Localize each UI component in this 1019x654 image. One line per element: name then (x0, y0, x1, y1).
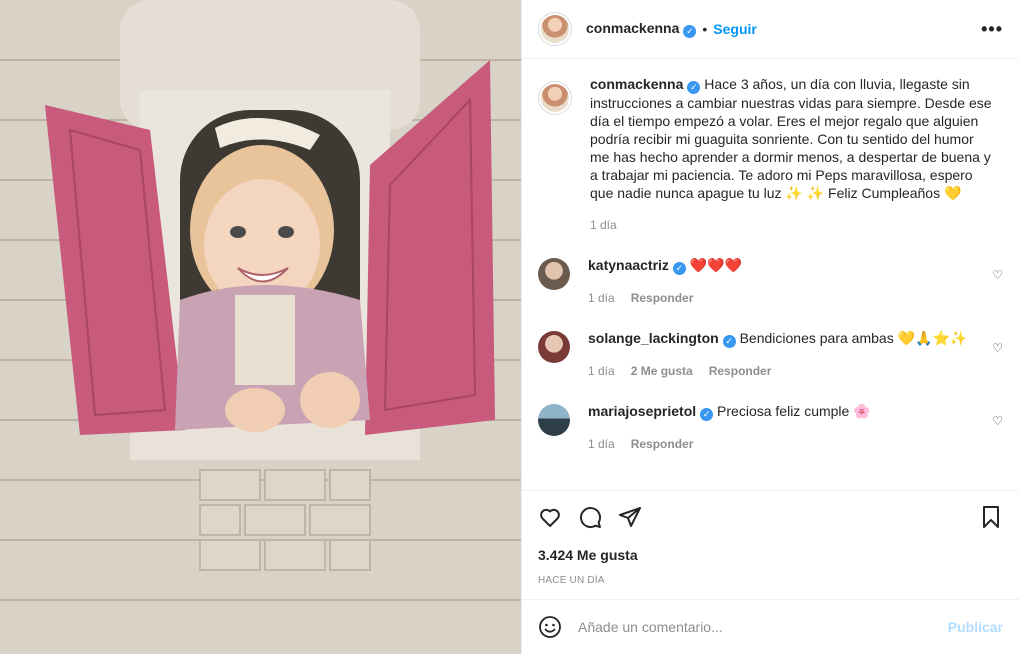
likes-count[interactable]: 3.424 Me gusta (538, 547, 1003, 563)
comment-text: Bendiciones para ambas 💛🙏⭐✨ (739, 330, 968, 346)
photo-illustration (0, 0, 521, 654)
post-actions: 3.424 Me gusta HACE UN DÍA (522, 490, 1019, 600)
comments-list[interactable]: conmackenna ✓ Hace 3 años, un día con llu… (522, 59, 1019, 489)
author-username[interactable]: conmackenna ✓ (586, 20, 697, 38)
comment-username[interactable]: solange_lackington (588, 330, 719, 346)
post-detail-panel: conmackenna ✓ • Seguir ••• conmackenna ✓ H… (521, 0, 1019, 654)
comment-item: mariajoseprietol ✓ Preciosa feliz cumple … (538, 402, 1003, 453)
caption: conmackenna ✓ Hace 3 años, un día con llu… (538, 75, 1003, 234)
caption-avatar[interactable] (538, 81, 572, 115)
paper-plane-icon[interactable] (618, 505, 642, 529)
reply-button[interactable]: Responder (631, 289, 694, 307)
post-timestamp[interactable]: HACE UN DÍA (538, 575, 1003, 586)
post-photo[interactable] (0, 0, 521, 654)
author-username-text[interactable]: conmackenna (586, 20, 679, 36)
verified-badge-icon: ✓ (672, 262, 686, 275)
comment-text: Preciosa feliz cumple 🌸 (717, 403, 871, 419)
comment-composer: Publicar (522, 599, 1019, 654)
comment-avatar[interactable] (538, 404, 570, 436)
comment-avatar[interactable] (538, 331, 570, 363)
comment-input[interactable] (578, 619, 948, 635)
reply-button[interactable]: Responder (631, 435, 694, 453)
follow-button[interactable]: Seguir (713, 21, 757, 37)
comment-time[interactable]: 1 día (588, 435, 615, 453)
heart-icon[interactable] (538, 505, 562, 529)
bookmark-icon[interactable] (979, 505, 1003, 529)
comment-meta: 1 día Responder (588, 435, 979, 453)
verified-badge-icon: ✓ (687, 81, 701, 94)
more-options-icon[interactable]: ••• (981, 19, 1003, 40)
verified-badge-icon: ✓ (683, 25, 697, 38)
reply-button[interactable]: Responder (709, 362, 772, 380)
comment-like-heart-icon[interactable]: ♡ (992, 268, 1003, 282)
comment-icon[interactable] (578, 505, 602, 529)
publish-button[interactable]: Publicar (948, 619, 1003, 635)
author-avatar[interactable] (538, 12, 572, 46)
verified-badge-icon: ✓ (700, 408, 714, 421)
post-header: conmackenna ✓ • Seguir ••• (522, 0, 1019, 59)
comment-meta: 1 día 2 Me gusta Responder (588, 362, 979, 380)
comment-time[interactable]: 1 día (588, 362, 615, 380)
comment-avatar[interactable] (538, 258, 570, 290)
caption-username[interactable]: conmackenna (590, 76, 683, 92)
comment-username[interactable]: mariajoseprietol (588, 403, 696, 419)
separator-dot: • (702, 21, 708, 37)
action-icons (538, 505, 1003, 529)
comment-item: solange_lackington ✓ Bendiciones para amb… (538, 329, 1003, 380)
caption-text: Hace 3 años, un día con lluvia, llegaste… (590, 76, 992, 201)
caption-meta: 1 día (590, 216, 993, 234)
verified-badge-icon: ✓ (722, 335, 736, 348)
comment-likes-count[interactable]: 2 Me gusta (631, 362, 693, 380)
comment-meta: 1 día Responder (588, 289, 979, 307)
smiley-icon[interactable] (538, 615, 562, 639)
comment-item: katynaactriz ✓ ❤️❤️❤️ 1 día Responder ♡ (538, 256, 1003, 307)
comment-time[interactable]: 1 día (588, 289, 615, 307)
comment-text: ❤️❤️❤️ (689, 257, 743, 273)
caption-text-block: conmackenna ✓ Hace 3 años, un día con llu… (590, 75, 993, 202)
caption-time[interactable]: 1 día (590, 216, 617, 234)
comment-username[interactable]: katynaactriz (588, 257, 669, 273)
comment-like-heart-icon[interactable]: ♡ (992, 341, 1003, 355)
comment-like-heart-icon[interactable]: ♡ (992, 414, 1003, 428)
